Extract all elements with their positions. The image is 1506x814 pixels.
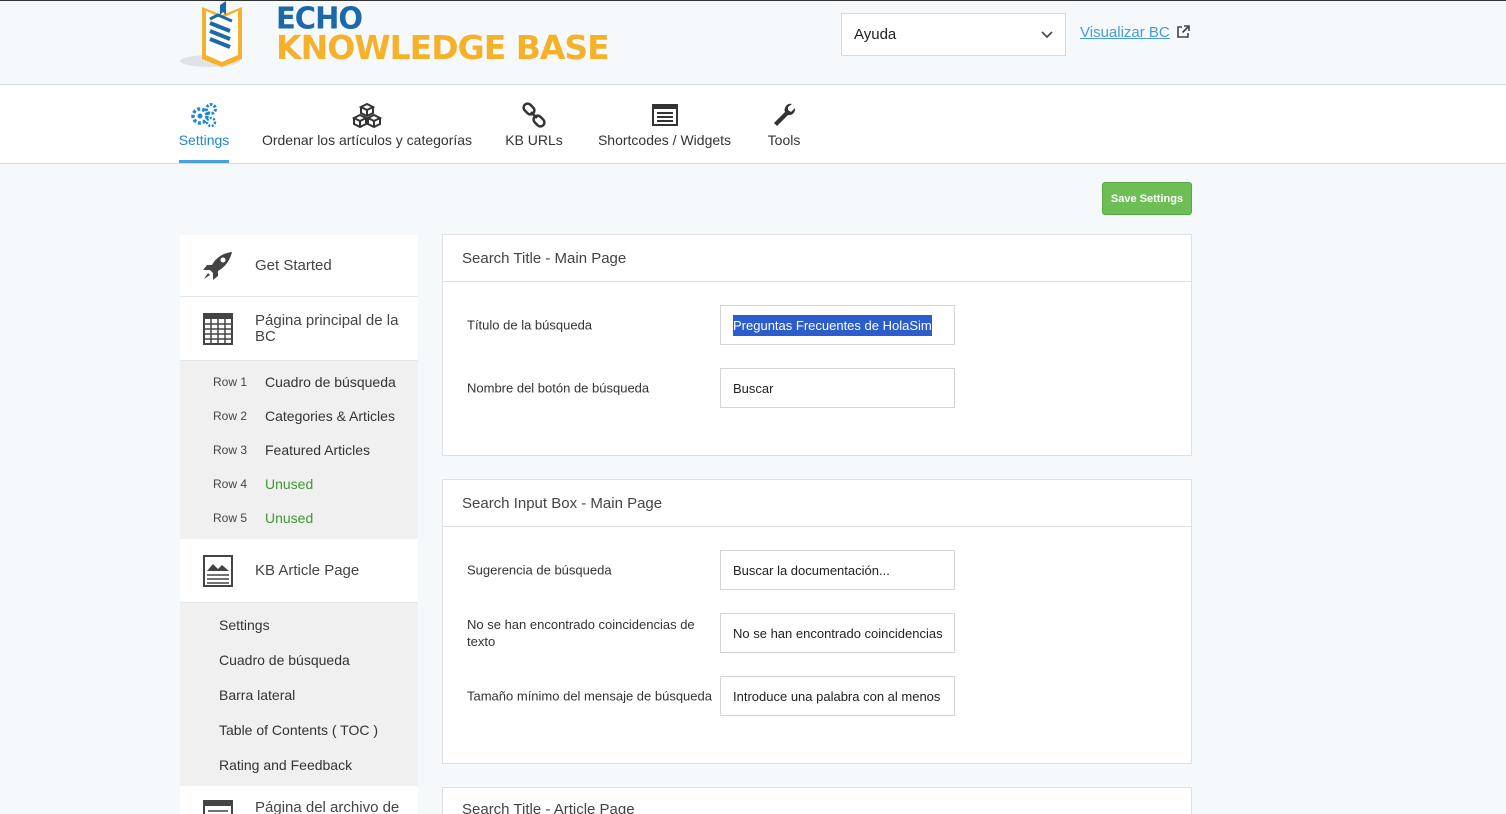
row-name: Categories & Articles bbox=[265, 408, 395, 424]
settings-nav-tabs: Settings Ordenar los artículos y categor… bbox=[0, 85, 1506, 164]
view-kb-link[interactable]: Visualizar BC bbox=[1080, 24, 1190, 41]
search-title-input-value: Preguntas Frecuentes de HolaSim bbox=[733, 314, 932, 336]
row-number: Row 3 bbox=[213, 443, 248, 457]
field-label: Tamaño mínimo del mensaje de búsqueda bbox=[467, 688, 712, 704]
sidebar-item-archive-page[interactable]: Página del archivo de bbox=[180, 786, 418, 814]
tab-order-articles[interactable]: Ordenar los artículos y categorías bbox=[262, 85, 472, 163]
logo-kb-text: KNOWLEDGE BASE bbox=[276, 28, 610, 67]
field-search-title: Título de la búsqueda Preguntas Frecuent… bbox=[443, 305, 1191, 345]
help-dropdown-value: Ayuda bbox=[854, 26, 897, 43]
tab-order-articles-label: Ordenar los artículos y categorías bbox=[261, 132, 473, 148]
tab-kb-urls[interactable]: KB URLs bbox=[505, 85, 563, 163]
settings-sidebar: Get Started Página principal de la BC Ro… bbox=[180, 235, 418, 814]
tab-settings[interactable]: Settings bbox=[179, 85, 229, 163]
article-page-items-list: Settings Cuadro de búsqueda Barra latera… bbox=[180, 603, 418, 786]
search-title-input[interactable]: Preguntas Frecuentes de HolaSim bbox=[720, 305, 955, 345]
field-label: No se han encontrado coincidencias de te… bbox=[467, 617, 695, 649]
book-logo-icon bbox=[180, 1, 242, 67]
field-search-hint: Sugerencia de búsqueda Buscar la documen… bbox=[443, 550, 1191, 590]
field-label: Nombre del botón de búsqueda bbox=[467, 380, 650, 396]
sidebar-row-4[interactable]: Row 4 Unused bbox=[180, 467, 418, 501]
search-hint-input[interactable]: Buscar la documentación... bbox=[720, 550, 955, 590]
tab-shortcodes-widgets[interactable]: Shortcodes / Widgets bbox=[597, 85, 732, 163]
field-label: Título de la búsqueda bbox=[467, 317, 593, 333]
echo-kb-logo[interactable]: ECHO KNOWLEDGE BASE bbox=[180, 0, 610, 76]
tab-tools-label: Tools bbox=[767, 132, 801, 148]
sidebar-article-rating[interactable]: Rating and Feedback bbox=[180, 747, 418, 782]
sidebar-article-sidebar[interactable]: Barra lateral bbox=[180, 677, 418, 712]
panel-search-title-main: Search Title - Main Page Título de la bú… bbox=[442, 234, 1192, 456]
row-name: Unused bbox=[265, 510, 314, 526]
save-settings-button[interactable]: Save Settings bbox=[1102, 182, 1192, 215]
search-button-name-input[interactable]: Buscar bbox=[720, 368, 955, 408]
sidebar-row-2[interactable]: Row 2 Categories & Articles bbox=[180, 399, 418, 433]
field-label: Sugerencia de búsqueda bbox=[467, 562, 612, 578]
sidebar-row-3[interactable]: Row 3 Featured Articles bbox=[180, 433, 418, 467]
sidebar-row-1[interactable]: Row 1 Cuadro de búsqueda bbox=[180, 365, 418, 399]
gears-icon bbox=[191, 103, 217, 128]
main-page-rows-list: Row 1 Cuadro de búsqueda Row 2 Categorie… bbox=[180, 361, 418, 539]
view-kb-link-label: Visualizar BC bbox=[1080, 24, 1170, 41]
tab-settings-label: Settings bbox=[178, 132, 230, 148]
sidebar-article-toc[interactable]: Table of Contents ( TOC ) bbox=[180, 712, 418, 747]
rocket-icon bbox=[202, 251, 232, 280]
wrench-icon bbox=[774, 103, 796, 126]
field-no-results-text: No se han encontrado coincidencias de te… bbox=[443, 613, 1191, 653]
cubes-icon bbox=[352, 102, 382, 128]
sidebar-get-started-label: Get Started bbox=[255, 256, 332, 274]
row-number: Row 2 bbox=[213, 409, 248, 423]
min-search-length-input[interactable]: Introduce una palabra con al menos bbox=[720, 676, 955, 716]
tab-tools[interactable]: Tools bbox=[766, 85, 802, 163]
tab-kb-urls-label: KB URLs bbox=[505, 132, 563, 148]
archive-list-icon bbox=[202, 800, 233, 814]
table-page-icon bbox=[202, 312, 233, 345]
help-dropdown[interactable]: Ayuda bbox=[841, 13, 1066, 56]
sidebar-main-page-label: Página principal de la BC bbox=[255, 311, 399, 345]
sidebar-archive-page-label: Página del archivo de bbox=[255, 799, 400, 814]
panel-title: Search Title - Article Page bbox=[443, 788, 1191, 814]
row-number: Row 4 bbox=[213, 477, 248, 491]
panel-search-title-article: Search Title - Article Page bbox=[442, 787, 1192, 814]
sidebar-item-get-started[interactable]: Get Started bbox=[180, 235, 418, 297]
sidebar-item-main-page[interactable]: Página principal de la BC bbox=[180, 297, 418, 361]
field-search-button-name: Nombre del botón de búsqueda Buscar bbox=[443, 368, 1191, 408]
panel-title: Search Title - Main Page bbox=[443, 235, 1191, 282]
panel-title: Search Input Box - Main Page bbox=[443, 480, 1191, 527]
link-icon bbox=[522, 102, 546, 128]
external-link-icon bbox=[1176, 24, 1190, 38]
tab-shortcodes-label: Shortcodes / Widgets bbox=[597, 132, 732, 148]
row-name: Featured Articles bbox=[265, 442, 371, 458]
row-number: Row 5 bbox=[213, 511, 248, 525]
panel-search-input-main: Search Input Box - Main Page Sugerencia … bbox=[442, 479, 1192, 764]
field-min-search-length: Tamaño mínimo del mensaje de búsqueda In… bbox=[443, 676, 1191, 716]
sidebar-item-article-page[interactable]: KB Article Page bbox=[180, 539, 418, 603]
top-header: ECHO KNOWLEDGE BASE Ayuda Visualizar BC bbox=[0, 0, 1506, 85]
article-image-icon bbox=[202, 554, 233, 587]
sidebar-row-5[interactable]: Row 5 Unused bbox=[180, 501, 418, 535]
chevron-down-icon bbox=[1041, 30, 1053, 38]
list-window-icon bbox=[651, 104, 678, 126]
sidebar-article-settings[interactable]: Settings bbox=[180, 607, 418, 642]
no-results-input[interactable]: No se han encontrado coincidencias bbox=[720, 613, 955, 653]
row-name: Cuadro de búsqueda bbox=[265, 374, 396, 390]
row-name: Unused bbox=[265, 476, 314, 492]
sidebar-article-page-label: KB Article Page bbox=[255, 561, 360, 579]
row-number: Row 1 bbox=[213, 375, 248, 389]
sidebar-article-search-box[interactable]: Cuadro de búsqueda bbox=[180, 642, 418, 677]
